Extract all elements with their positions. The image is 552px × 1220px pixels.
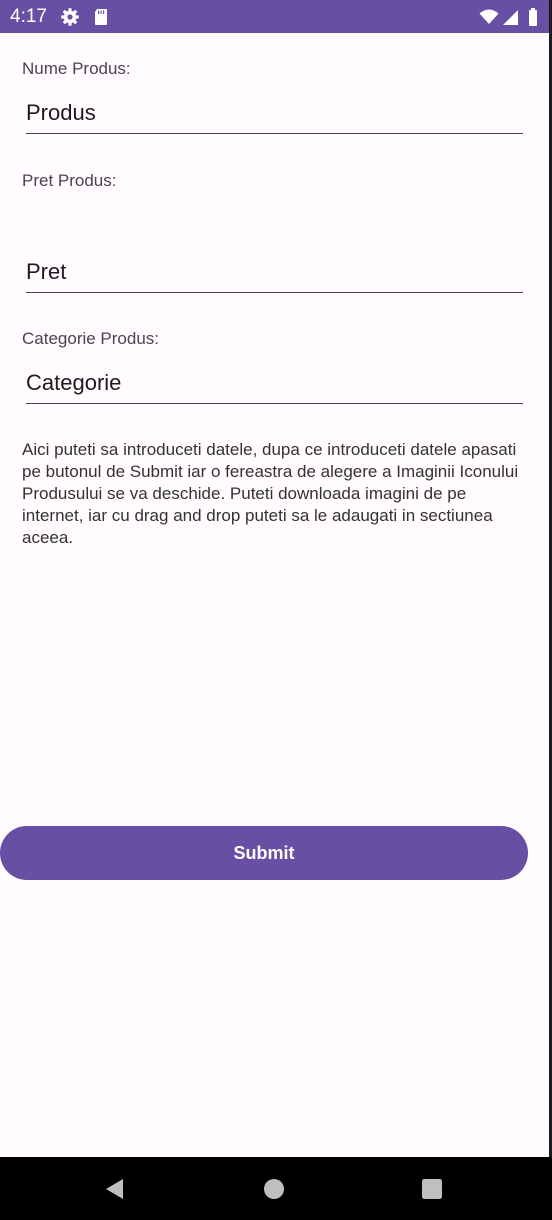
product-category-input[interactable] — [26, 363, 523, 404]
recents-icon[interactable] — [416, 1173, 448, 1205]
submit-button[interactable]: Submit — [0, 826, 528, 880]
wifi-icon — [479, 7, 499, 27]
battery-icon — [523, 7, 543, 27]
navigation-bar — [0, 1157, 552, 1220]
gear-icon — [60, 7, 80, 27]
product-name-label: Nume Produs: — [22, 59, 131, 78]
status-bar: 4:17 — [0, 0, 549, 33]
status-time: 4:17 — [10, 6, 47, 27]
product-name-input[interactable] — [26, 93, 523, 134]
product-price-label: Pret Produs: — [22, 171, 117, 190]
product-category-label: Categorie Produs: — [22, 329, 160, 348]
help-text: Aici puteti sa introduceti datele, dupa … — [22, 440, 519, 547]
home-icon[interactable] — [258, 1173, 290, 1205]
back-icon[interactable] — [99, 1173, 131, 1205]
sd-card-icon — [91, 7, 111, 27]
signal-icon — [501, 7, 521, 27]
product-price-input[interactable] — [26, 252, 523, 293]
